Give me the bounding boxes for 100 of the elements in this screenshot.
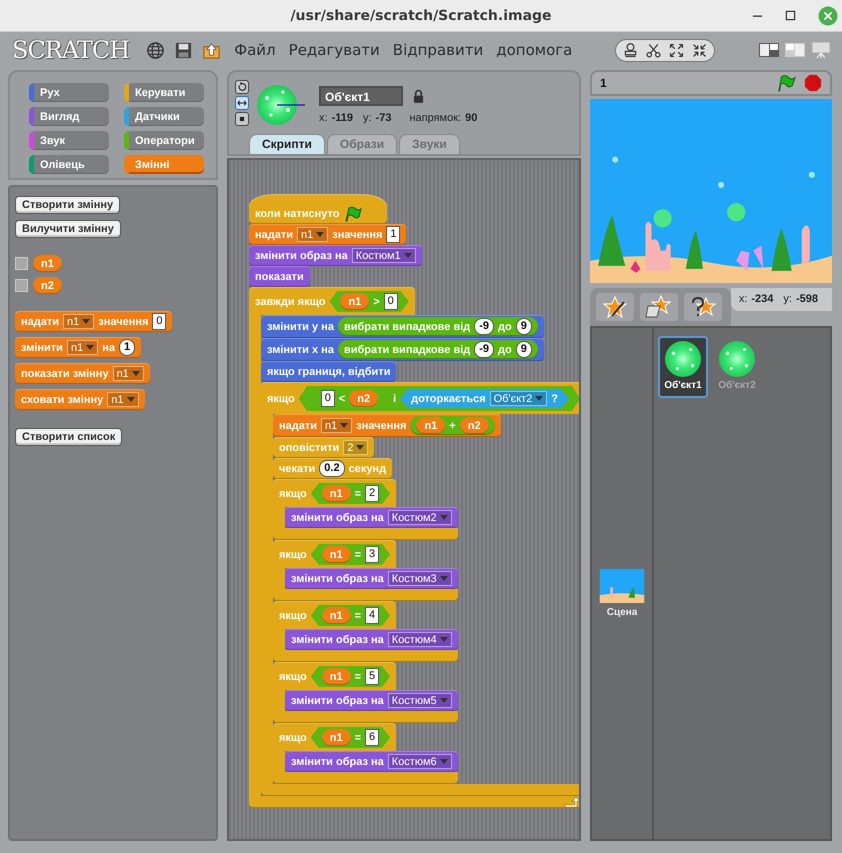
lock-icon[interactable] — [413, 88, 424, 104]
value-field[interactable]: 3 — [365, 546, 380, 563]
paint-sprite-icon[interactable] — [596, 293, 634, 321]
command-block[interactable]: змінити образ на Костюм2 — [285, 507, 458, 528]
condition-block[interactable]: n1 = 4 — [310, 605, 390, 626]
c-block-top[interactable]: якщо n1 = 6 — [273, 723, 396, 751]
command-block[interactable]: змінити образ на Костюм4 — [285, 629, 458, 650]
value-field[interactable]: 5 — [365, 668, 380, 685]
value-field[interactable]: 6 — [365, 729, 380, 746]
reporter-block[interactable]: вибрати випадкове від -9 до 9 — [338, 317, 538, 336]
menu-item[interactable]: Файл — [234, 41, 276, 59]
c-block-top[interactable]: завжди якщо n1 > 0 — [249, 287, 415, 315]
number-field[interactable]: 0.2 — [319, 460, 345, 477]
share-icon[interactable] — [202, 40, 222, 60]
c-block-top[interactable]: якщо n1 = 5 — [273, 662, 396, 690]
dropdown[interactable]: Костюм4 — [388, 632, 452, 647]
dropdown[interactable]: Костюм5 — [388, 693, 452, 708]
condition-block[interactable]: n1 = 5 — [310, 666, 390, 687]
menu-item[interactable]: Відправити — [392, 41, 484, 59]
flip-icon[interactable] — [235, 96, 249, 110]
dropdown[interactable]: n1 — [112, 366, 144, 381]
sensing-condition-block[interactable]: доторкається Об'єкт2 ? — [400, 389, 570, 408]
value-field[interactable]: 0 — [384, 293, 398, 310]
category-button[interactable]: Рух — [29, 83, 109, 102]
number-field[interactable]: -9 — [474, 318, 494, 335]
reporter-block[interactable]: вибрати випадкове від -9 до 9 — [338, 340, 538, 359]
category-button[interactable]: Вигляд — [29, 107, 109, 126]
number-field[interactable]: -9 — [474, 341, 494, 358]
category-button[interactable]: Датчики — [124, 107, 204, 126]
palette-button[interactable]: Створити список — [15, 428, 122, 446]
maximize-icon[interactable] — [785, 10, 796, 21]
command-block[interactable]: показати — [249, 266, 310, 287]
layout-icon[interactable] — [758, 41, 780, 59]
command-block[interactable]: змінити образ на Костюм5 — [285, 690, 458, 711]
dropdown[interactable]: n1 — [63, 314, 94, 329]
command-block[interactable]: якщо границя, відбити — [261, 361, 396, 382]
globe-icon[interactable] — [146, 40, 166, 60]
command-block[interactable]: надати n1 значення 0 — [15, 311, 172, 332]
dropdown[interactable]: Об'єкт2 — [490, 391, 548, 406]
condition-block[interactable]: n1 > 0 — [329, 291, 409, 312]
dropdown[interactable]: Костюм1 — [352, 248, 416, 263]
command-block[interactable]: сховати змінну n1 — [15, 389, 145, 410]
dropdown[interactable]: Костюм6 — [388, 754, 452, 769]
block-label: до — [498, 320, 512, 332]
dropdown[interactable]: n1 — [107, 392, 139, 407]
condition-block[interactable]: 0 < n2 і доторкається Об'єкт2 ? — [298, 386, 579, 411]
scissors-icon[interactable] — [645, 42, 662, 58]
condition-block[interactable]: n1 = 3 — [310, 544, 390, 565]
value-field[interactable]: 1 — [386, 226, 400, 243]
flag-icon[interactable] — [776, 74, 796, 92]
menu-item[interactable]: допомога — [496, 41, 572, 59]
number-field[interactable]: 1 — [118, 339, 136, 356]
command-block[interactable]: змінити x на вибрати випадкове від -9 до 9 — [261, 338, 544, 361]
category-button[interactable]: Оператори — [124, 131, 204, 150]
command-block[interactable]: змінити образ на Костюм1 — [249, 245, 422, 266]
checkbox[interactable] — [15, 279, 28, 292]
condition-block[interactable]: n1 = 6 — [310, 727, 390, 748]
value-field[interactable]: 4 — [365, 607, 380, 624]
dropdown[interactable]: n1 — [66, 340, 98, 355]
tab[interactable]: Скрипти — [249, 134, 325, 154]
c-block-top[interactable]: якщо n1 = 4 — [273, 601, 396, 629]
command-block[interactable]: показати змінну n1 — [15, 363, 150, 384]
dropdown[interactable]: n1 — [321, 418, 352, 433]
close-icon[interactable] — [818, 6, 838, 26]
checkbox[interactable] — [15, 257, 28, 270]
shrink-icon[interactable] — [691, 42, 708, 58]
dropdown[interactable]: Костюм3 — [388, 571, 452, 586]
number-field[interactable]: 9 — [516, 341, 532, 358]
save-icon[interactable] — [174, 40, 194, 60]
random-sprite-icon[interactable] — [684, 293, 722, 321]
menu-item[interactable]: Редагувати — [288, 41, 380, 59]
command-block[interactable]: змінити y на вибрати випадкове від -9 до 9 — [261, 315, 544, 338]
number-field[interactable]: 9 — [516, 318, 532, 335]
c-block-top[interactable]: якщо n1 = 3 — [273, 540, 396, 568]
command-block[interactable]: змінити образ на Костюм6 — [285, 751, 458, 772]
command-block[interactable]: чекати 0.2 секунд — [273, 458, 392, 479]
sprite-tile[interactable]: Об'єкт1 — [658, 336, 708, 398]
palette-button[interactable]: Створити змінну — [15, 196, 120, 214]
dropdown[interactable]: Костюм2 — [388, 510, 452, 525]
command-block[interactable]: змінити n1 на 1 — [15, 337, 142, 358]
c-block-top[interactable]: якщо 0 < n2 і доторкається Об'єкт2 ? — [261, 382, 579, 414]
command-block[interactable]: надати n1 значення 1 — [249, 224, 406, 245]
dropdown[interactable]: n1 — [297, 227, 328, 242]
category-button[interactable]: Звук — [29, 131, 109, 150]
c-block-top[interactable]: якщо n1 = 2 — [273, 479, 396, 507]
command-block[interactable]: надати n1 значення n1 + n2 — [273, 414, 501, 437]
category-button[interactable]: Керувати — [124, 83, 204, 102]
condition-block[interactable]: n1 = 2 — [310, 483, 390, 504]
value-field[interactable]: 0 — [320, 390, 335, 407]
sprite-name-field[interactable]: Об'єкт1 — [319, 86, 403, 106]
no-rotate-icon[interactable] — [235, 112, 249, 126]
value-field[interactable]: 2 — [365, 485, 380, 502]
stamp-icon[interactable] — [622, 42, 639, 58]
category-button[interactable]: Олівець — [29, 155, 109, 174]
palette-button[interactable]: Вилучити змінну — [15, 220, 121, 238]
grow-icon[interactable] — [668, 42, 685, 58]
value-field[interactable]: 0 — [152, 313, 166, 330]
folder-sprite-icon[interactable] — [640, 293, 678, 321]
command-block[interactable]: змінити образ на Костюм3 — [285, 568, 458, 589]
rotate-icon[interactable] — [235, 80, 249, 94]
